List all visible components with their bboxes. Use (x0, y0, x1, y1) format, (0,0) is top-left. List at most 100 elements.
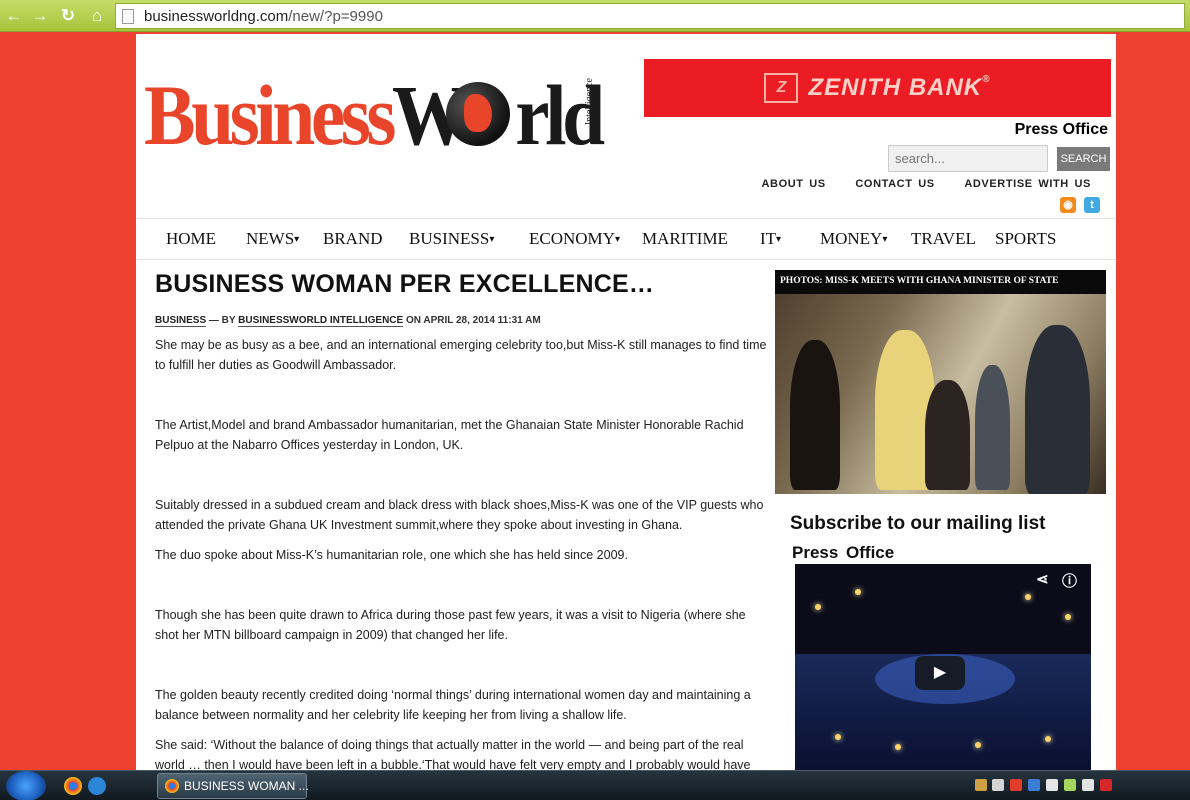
ie-taskbar-icon[interactable] (88, 777, 106, 795)
nav-label: SPORTS (995, 229, 1057, 248)
photo-figure (975, 365, 1010, 490)
nav-item-sports[interactable]: SPORTS (995, 229, 1056, 249)
reload-icon[interactable]: ↻ (57, 5, 79, 27)
banner-registered-mark: ® (982, 74, 991, 85)
article-paragraph: She may be as busy as a bee, and an inte… (155, 338, 767, 372)
video-stage-light (815, 604, 821, 610)
nav-item-economy[interactable]: ECONOMY▾ (529, 229, 620, 249)
article-meta: BUSINESS — BY BUSINESSWORLD INTELLIGENCE… (155, 315, 767, 327)
tray-icon[interactable] (1046, 779, 1058, 791)
zenith-logo-icon: Z (764, 73, 799, 103)
tray-icon[interactable] (975, 779, 987, 791)
home-icon[interactable]: ⌂ (86, 5, 108, 27)
os-taskbar: BUSINESS WOMAN ... (0, 770, 1190, 800)
photo-figure (790, 340, 840, 490)
press-office-sidebar-heading: Press Office (792, 543, 895, 562)
site-logo[interactable]: BusinessW rld Intelligence (144, 72, 605, 162)
logo-text-business: Business (144, 67, 396, 163)
banner-brand: ZENITH BANK (808, 74, 983, 101)
nav-item-home[interactable]: HOME (166, 229, 216, 249)
header-links: ABOUT US CONTACT US ADVERTISE WITH US (737, 178, 1091, 190)
chevron-down-icon: ▾ (882, 234, 888, 245)
web-page: BusinessW rld Intelligence Z ZENITH BANK®… (136, 34, 1116, 770)
nav-label: MONEY (820, 229, 883, 248)
article-paragraph: The Artist,Model and brand Ambassador hu… (155, 418, 744, 452)
subscribe-heading: Subscribe to our mailing list (790, 513, 1046, 534)
article-headline: BUSINESS WOMAN PER EXCELLENCE… (155, 270, 655, 298)
tray-icon[interactable] (1010, 779, 1022, 791)
nav-label: BRAND (323, 229, 383, 248)
nav-label: NEWS (246, 229, 295, 248)
article-paragraph: The duo spoke about Miss-K’s humanitaria… (155, 548, 628, 562)
forward-arrow-icon[interactable]: → (29, 5, 51, 27)
nav-label: MARITIME (642, 229, 728, 248)
tray-icon[interactable] (992, 779, 1004, 791)
taskbar-window-title: BUSINESS WOMAN ... (184, 779, 309, 793)
nav-item-money[interactable]: MONEY▾ (820, 229, 887, 249)
nav-item-brand[interactable]: BRAND (323, 229, 383, 249)
search-input[interactable] (888, 145, 1048, 172)
url-text[interactable]: businessworldng.com/new/?p=9990 (144, 8, 383, 25)
url-domain: businessworldng.com (144, 8, 289, 25)
tray-icon[interactable] (1082, 779, 1094, 791)
category-link[interactable]: BUSINESS (155, 315, 207, 327)
tray-icon[interactable] (1028, 779, 1040, 791)
browser-toolbar: ← → ↻ ⌂ businessworldng.com/new/?p=9990 (0, 0, 1190, 32)
tray-icon[interactable] (1064, 779, 1076, 791)
tray-icon[interactable] (1100, 779, 1112, 791)
chevron-down-icon: ▾ (614, 234, 620, 245)
logo-intelligence: Intelligence (584, 78, 595, 126)
advertise-link[interactable]: ADVERTISE WITH US (964, 178, 1091, 190)
video-stage-light (1045, 736, 1051, 742)
press-office-heading: Press Office (1014, 121, 1108, 138)
nav-item-news[interactable]: NEWS▾ (246, 229, 299, 249)
back-arrow-icon[interactable]: ← (3, 5, 25, 27)
article-paragraph: Suitably dressed in a subdued cream and … (155, 498, 764, 532)
author-link[interactable]: BUSINESSWORLD INTELLIGENCE (238, 315, 404, 327)
nav-item-it[interactable]: IT▾ (760, 229, 781, 249)
address-bar[interactable]: businessworldng.com/new/?p=9990 (115, 3, 1185, 29)
nav-label: HOME (166, 229, 217, 248)
embedded-video[interactable]: ⋖ ⓘ ▶ (795, 564, 1091, 770)
nav-label: TRAVEL (911, 229, 976, 248)
rss-icon[interactable]: ◉ (1060, 197, 1076, 213)
video-stage-light (975, 742, 981, 748)
article-body: She may be as busy as a bee, and an inte… (155, 335, 767, 770)
nav-label: BUSINESS (409, 229, 490, 248)
article-paragraph: The golden beauty recently credited doin… (155, 688, 751, 722)
meta-by: — BY (206, 315, 239, 326)
nav-item-maritime[interactable]: MARITIME (642, 229, 728, 249)
article: BUSINESS WOMAN PER EXCELLENCE… BUSINESS … (155, 270, 767, 770)
globe-icon (446, 82, 510, 146)
play-button[interactable]: ▶ (915, 656, 965, 690)
chevron-down-icon: ▾ (776, 234, 782, 245)
about-us-link[interactable]: ABOUT US (761, 178, 825, 190)
info-icon[interactable]: ⓘ (1062, 570, 1077, 591)
photo-figure (1025, 325, 1090, 494)
taskbar-window-button[interactable]: BUSINESS WOMAN ... (157, 773, 309, 799)
nav-item-business[interactable]: BUSINESS▾ (409, 229, 494, 249)
windows-start-button[interactable] (6, 771, 46, 800)
zenith-bank-ad-banner[interactable]: Z ZENITH BANK® (644, 59, 1111, 117)
nav-item-travel[interactable]: TRAVEL (911, 229, 976, 249)
chrome-icon (165, 779, 179, 793)
nav-label: IT (760, 229, 777, 248)
chrome-taskbar-icon[interactable] (64, 777, 82, 795)
chevron-down-icon: ▾ (489, 234, 495, 245)
url-path: /new/?p=9990 (288, 8, 383, 25)
nav-label: ECONOMY (529, 229, 615, 248)
featured-photo[interactable]: PHOTOS: MISS-K MEETS WITH GHANA MINISTER… (775, 270, 1106, 494)
article-paragraph: She said: ‘Without the balance of doing … (155, 738, 751, 770)
photo-caption: PHOTOS: MISS-K MEETS WITH GHANA MINISTER… (775, 270, 1106, 294)
contact-us-link[interactable]: CONTACT US (855, 178, 934, 190)
chevron-down-icon: ▾ (294, 234, 300, 245)
video-stage-light (855, 589, 861, 595)
main-navigation: HOME NEWS▾ BRAND BUSINESS▾ ECONOMY▾ MARI… (136, 218, 1116, 260)
meta-date: ON APRIL 28, 2014 11:31 AM (403, 315, 541, 326)
search-button[interactable]: SEARCH (1057, 147, 1110, 171)
twitter-icon[interactable]: t (1084, 197, 1100, 213)
video-stage-light (895, 744, 901, 750)
video-stage-light (835, 734, 841, 740)
video-stage-light (1025, 594, 1031, 600)
share-icon[interactable]: ⋖ (1036, 570, 1049, 588)
